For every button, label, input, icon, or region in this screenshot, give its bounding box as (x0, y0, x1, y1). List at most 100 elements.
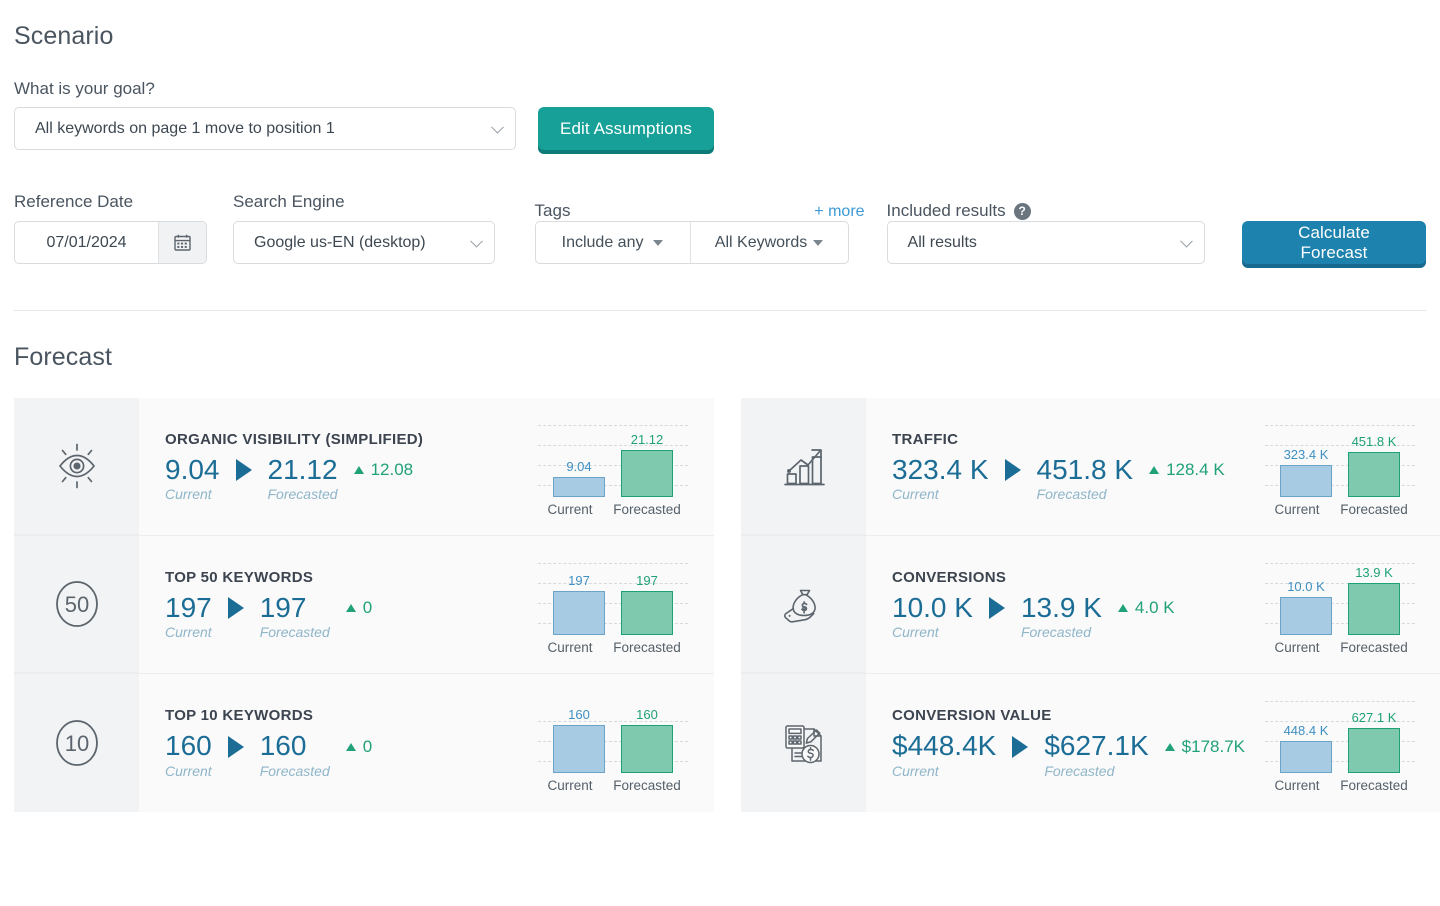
current-caption: Current (165, 486, 212, 503)
eye-icon (14, 398, 139, 535)
circle-10-icon: 10 (14, 674, 139, 812)
calculate-group: Calculate Forecast (1242, 221, 1426, 264)
current-value: $448.4K (892, 730, 997, 762)
included-results-group: Included results ? All results (886, 201, 1221, 264)
reference-date-group: Reference Date 07/01/2024 (14, 192, 219, 264)
mini-bar-chart: 323.4 K 451.8 K Current Forecasted (1265, 417, 1415, 517)
axis-label-forecasted: Forecasted (613, 639, 681, 655)
bar-current (553, 725, 605, 773)
forecast-card[interactable]: TRAFFIC 323.4 K Current 451.8 K Forecast… (741, 398, 1440, 536)
included-results-select[interactable]: All results (886, 221, 1205, 264)
tags-group: Tags + more Include any All Keywords (534, 201, 865, 264)
forecasted-caption: Forecasted (259, 762, 330, 779)
circle-50-icon: 50 (14, 536, 139, 673)
bar-current (1280, 596, 1332, 635)
bar-chart-growth-icon (741, 398, 866, 535)
forecasted-value: 21.12 (267, 453, 338, 485)
delta-indicator: 0 (345, 598, 372, 618)
mini-bar-chart: 160 160 Current Forecasted (538, 693, 688, 793)
card-title: CONVERSION VALUE (892, 707, 1052, 725)
current-value: 323.4 K (892, 453, 989, 485)
tags-label: Tags (534, 201, 571, 220)
delta-indicator: 4.0 K (1117, 598, 1175, 618)
bar-current (1280, 741, 1332, 773)
forecast-card[interactable]: ORGANIC VISIBILITY (SIMPLIFIED) 9.04 Cur… (14, 398, 714, 536)
forecast-card[interactable]: 50 TOP 50 KEYWORDS 197 Current 197 Forec… (14, 536, 714, 674)
axis-label-forecasted: Forecasted (613, 501, 681, 517)
forecast-title: Forecast (14, 343, 113, 371)
included-results-value: All results (907, 233, 977, 251)
chart-forecast-label: 197 (636, 572, 658, 588)
chart-forecast-label: 21.12 (630, 431, 664, 447)
edit-assumptions-button[interactable]: Edit Assumptions (538, 107, 714, 150)
chevron-down-icon (1179, 234, 1193, 248)
invoice-calculator-icon (741, 674, 866, 812)
triangle-up-icon (345, 604, 356, 613)
search-engine-select[interactable]: Google us-EN (desktop) (233, 221, 495, 264)
delta-indicator: 12.08 (353, 460, 413, 480)
axis-label-current: Current (1274, 778, 1320, 793)
caret-down-icon (653, 239, 664, 246)
current-caption: Current (165, 762, 212, 779)
tags-scope-dropdown[interactable]: All Keywords (691, 222, 848, 263)
forecast-page: Scenario What is your goal? All keywords… (0, 22, 1440, 812)
forecasted-caption: Forecasted (1020, 624, 1091, 641)
current-caption: Current (165, 624, 212, 641)
delta-indicator: $178.7K (1164, 736, 1245, 757)
axis-label-current: Current (547, 778, 593, 793)
axis-label-forecasted: Forecasted (1340, 778, 1408, 793)
forecasted-caption: Forecasted (1036, 486, 1107, 503)
delta-indicator: 0 (345, 737, 372, 757)
triangle-up-icon (345, 742, 356, 751)
forecast-cards-grid: ORGANIC VISIBILITY (SIMPLIFIED) 9.04 Cur… (14, 398, 1440, 812)
tags-mode-value: Include any (561, 233, 644, 251)
svg-text:50: 50 (64, 592, 88, 617)
triangle-up-icon (1149, 466, 1160, 475)
chart-current-label: 10.0 K (1287, 578, 1325, 594)
goal-select[interactable]: All keywords on page 1 move to position … (14, 107, 516, 150)
bar-forecast (621, 725, 673, 773)
bar-current (1280, 464, 1332, 497)
chart-current-label: 323.4 K (1283, 446, 1329, 462)
caret-down-icon (813, 239, 824, 246)
chart-current-label: 160 (568, 707, 590, 722)
forecast-card[interactable]: 10 TOP 10 KEYWORDS 160 Current 160 Forec… (14, 674, 714, 812)
tags-scope-value: All Keywords (714, 233, 808, 251)
arrow-right-icon (1004, 459, 1021, 482)
forecast-card[interactable]: CONVERSION VALUE $448.4K Current $627.1K… (741, 674, 1440, 812)
forecast-column-right: TRAFFIC 323.4 K Current 451.8 K Forecast… (741, 398, 1440, 812)
bar-current (553, 476, 605, 497)
current-caption: Current (892, 486, 939, 503)
bar-forecast (1348, 728, 1400, 773)
arrow-right-icon (235, 459, 252, 482)
triangle-up-icon (353, 466, 364, 475)
axis-label-current: Current (547, 501, 593, 517)
card-title: TOP 10 KEYWORDS (165, 707, 314, 725)
current-caption: Current (892, 624, 939, 641)
arrow-right-icon (1012, 735, 1029, 758)
question-mark-icon[interactable]: ? (1013, 202, 1031, 220)
chart-current-label: 9.04 (566, 458, 592, 474)
current-value: 10.0 K (892, 591, 973, 623)
tags-more-link[interactable]: + more (814, 203, 864, 221)
current-value: 160 (165, 730, 212, 762)
reference-date-input[interactable]: 07/01/2024 (14, 221, 207, 264)
delta-indicator: 128.4 K (1149, 460, 1225, 480)
delta-value: 4.0 K (1134, 598, 1175, 618)
calendar-icon[interactable] (158, 222, 206, 263)
tags-mode-dropdown[interactable]: Include any (536, 222, 691, 263)
forecast-card[interactable]: CONVERSIONS 10.0 K Current 13.9 K Foreca… (741, 536, 1440, 674)
chart-forecast-label: 13.9 K (1355, 564, 1393, 580)
tags-segmented-control: Include any All Keywords (534, 221, 849, 264)
calculate-forecast-button[interactable]: Calculate Forecast (1242, 221, 1426, 264)
forecasted-value: 160 (259, 730, 307, 762)
chart-current-label: 197 (568, 572, 590, 588)
chevron-down-icon (491, 120, 504, 134)
page-title: Scenario (14, 22, 114, 50)
forecasted-caption: Forecasted (259, 624, 330, 641)
card-title: TRAFFIC (892, 430, 959, 448)
bar-current (553, 590, 605, 635)
delta-value: 128.4 K (1166, 460, 1225, 480)
bar-forecast (621, 449, 673, 497)
delta-value: $178.7K (1181, 736, 1245, 756)
